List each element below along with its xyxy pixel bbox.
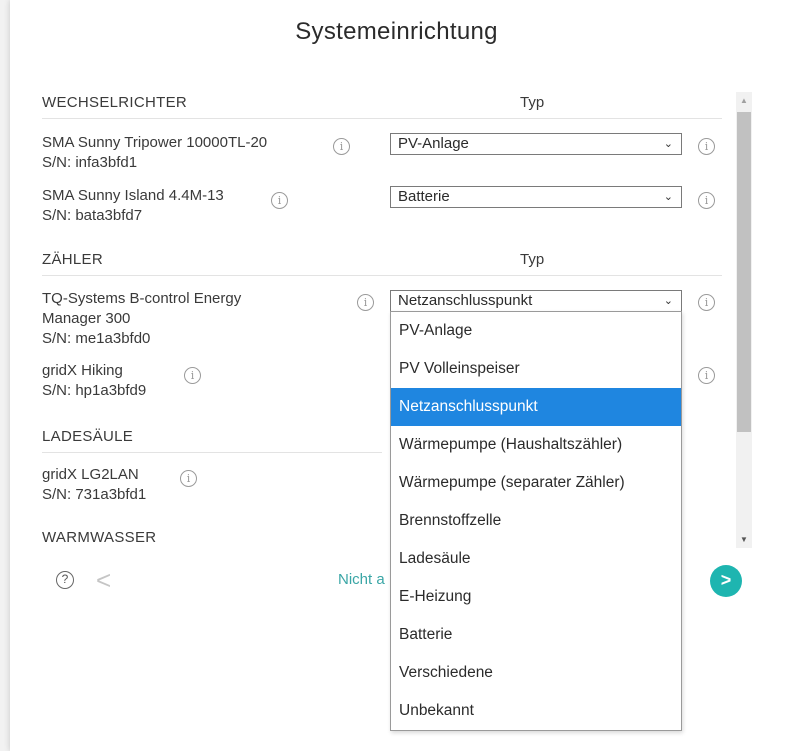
- dropdown-option[interactable]: PV-Anlage: [391, 312, 681, 350]
- type-select-value: Netzanschlusspunkt: [398, 292, 533, 309]
- type-dropdown-list: PV-Anlage PV Volleinspeiser Netzanschlus…: [390, 311, 682, 731]
- scroll-up-arrow-icon[interactable]: ▲: [736, 96, 752, 105]
- type-info-icon[interactable]: i: [698, 367, 715, 384]
- section-header-warmwasser: WARMWASSER: [42, 529, 157, 546]
- dropdown-option[interactable]: Brennstoffzelle: [391, 502, 681, 540]
- type-select-value: Batterie: [398, 188, 450, 205]
- scrollbar-thumb[interactable]: [737, 112, 751, 432]
- device-info-icon[interactable]: i: [333, 138, 350, 155]
- device-info-icon[interactable]: i: [357, 294, 374, 311]
- type-select[interactable]: Batterie ⌄: [390, 186, 682, 208]
- scrollbar[interactable]: ▲ ▼: [736, 92, 752, 548]
- dropdown-option-selected[interactable]: Netzanschlusspunkt: [391, 388, 681, 426]
- device-name: gridX LG2LAN: [42, 466, 139, 483]
- chevron-down-icon: ⌄: [663, 191, 673, 203]
- type-info-icon[interactable]: i: [698, 294, 715, 311]
- device-name: SMA Sunny Tripower 10000TL-20: [42, 134, 268, 151]
- device-serial: S/N: infa3bfd1: [42, 154, 138, 171]
- divider: [42, 118, 722, 119]
- device-name: gridX Hiking: [42, 362, 123, 379]
- type-info-icon[interactable]: i: [698, 192, 715, 209]
- back-arrow-icon[interactable]: <: [96, 565, 111, 596]
- device-info-icon[interactable]: i: [184, 367, 201, 384]
- dropdown-option[interactable]: E-Heizung: [391, 578, 681, 616]
- skip-link[interactable]: Nicht a: [338, 571, 385, 588]
- column-header-typ: Typ: [520, 251, 545, 268]
- device-serial: S/N: me1a3bfd0: [42, 330, 151, 347]
- next-button[interactable]: >: [710, 565, 742, 597]
- section-header-wechselrichter: WECHSELRICHTER: [42, 94, 188, 111]
- dropdown-option[interactable]: Verschiedene: [391, 654, 681, 692]
- chevron-down-icon: ⌄: [663, 138, 673, 150]
- device-serial: S/N: bata3bfd7: [42, 207, 143, 224]
- chevron-down-icon: ⌄: [663, 295, 673, 307]
- column-header-typ: Typ: [520, 94, 545, 111]
- dropdown-option[interactable]: Ladesäule: [391, 540, 681, 578]
- scroll-down-arrow-icon[interactable]: ▼: [736, 535, 752, 544]
- dropdown-option[interactable]: Unbekannt: [391, 692, 681, 730]
- device-name: TQ-Systems B-control Energy Manager 300: [42, 290, 242, 327]
- dropdown-option[interactable]: PV Volleinspeiser: [391, 350, 681, 388]
- device-serial: S/N: hp1a3bfd9: [42, 382, 147, 399]
- divider: [42, 452, 382, 453]
- dropdown-option[interactable]: Wärmepumpe (separater Zähler): [391, 464, 681, 502]
- divider: [42, 275, 722, 276]
- device-info-icon[interactable]: i: [271, 192, 288, 209]
- type-select[interactable]: Netzanschlusspunkt ⌄: [390, 290, 682, 312]
- page-title: Systemeinrichtung: [295, 18, 498, 45]
- dropdown-option[interactable]: Wärmepumpe (Haushaltszähler): [391, 426, 681, 464]
- dropdown-option[interactable]: Batterie: [391, 616, 681, 654]
- type-select-value: PV-Anlage: [398, 135, 469, 152]
- type-select[interactable]: PV-Anlage ⌄: [390, 133, 682, 155]
- device-name: SMA Sunny Island 4.4M-13: [42, 187, 224, 204]
- help-icon[interactable]: ?: [56, 571, 74, 589]
- section-header-zaehler: ZÄHLER: [42, 251, 103, 268]
- type-info-icon[interactable]: i: [698, 138, 715, 155]
- section-header-ladesaeule: LADESÄULE: [42, 428, 134, 445]
- device-serial: S/N: 731a3bfd1: [42, 486, 147, 503]
- device-info-icon[interactable]: i: [180, 470, 197, 487]
